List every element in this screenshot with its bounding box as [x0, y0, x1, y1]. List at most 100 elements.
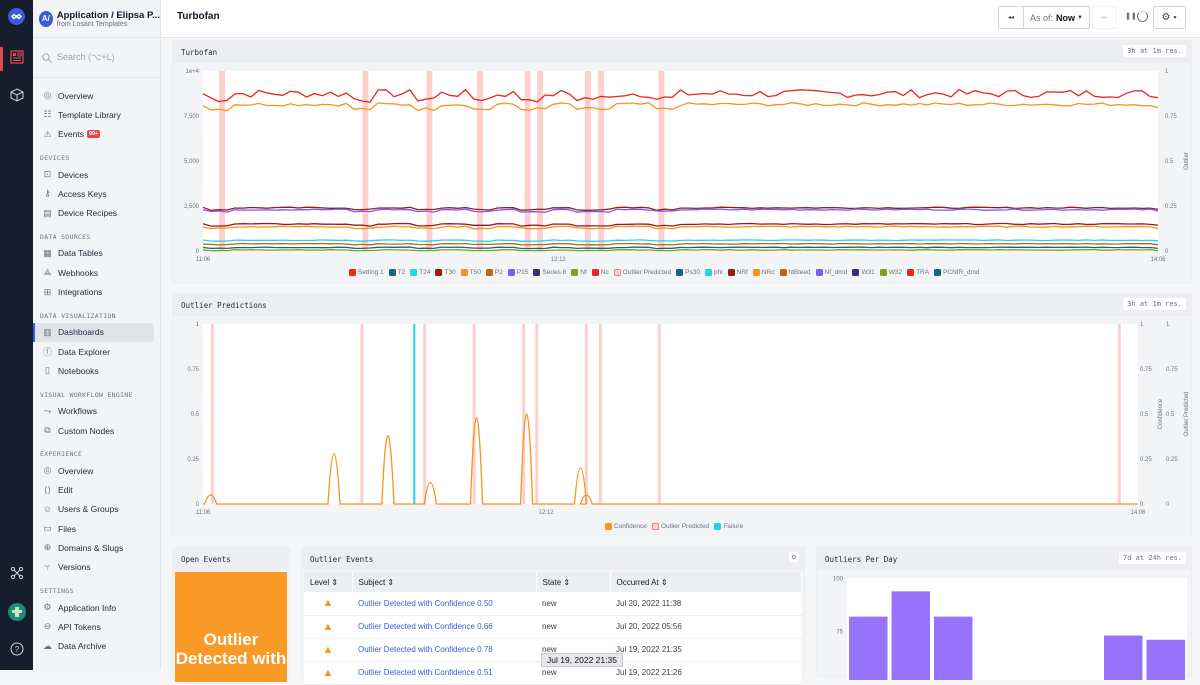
legend-item[interactable]: phi [704, 269, 723, 276]
sidebar-item-edit[interactable]: ⟨⟩ Edit [33, 480, 160, 499]
app-avatar: A/ [39, 10, 53, 27]
legend-item[interactable]: Ps30 [676, 269, 700, 276]
legend-item[interactable]: Nc [591, 269, 609, 276]
sidebar-item-label: Users & Groups [58, 504, 119, 515]
rewind-button[interactable]: ◂◂ [998, 6, 1024, 29]
legend-item[interactable]: W31 [852, 269, 875, 276]
settings-dropdown[interactable]: ⚙ ▼ [1153, 6, 1186, 29]
event-subject-link[interactable]: Outlier Detected with Confidence 0.78 [352, 638, 536, 662]
losant-logo-icon[interactable] [0, 8, 33, 25]
sidebar-item-users-groups[interactable]: ☺ Users & Groups [33, 500, 160, 519]
sidebar-item-dashboards[interactable]: ▥ Dashboards [33, 322, 154, 343]
column-header-state[interactable]: State ⇕ [536, 572, 611, 592]
legend-item[interactable]: Outlier Predicted [613, 269, 671, 276]
sidebar-item-access-keys[interactable]: ⚷ Access Keys [33, 184, 160, 203]
outliers-per-day-chart[interactable]: 5075100 [817, 570, 1193, 680]
y2-tick-label: 0.75 [1140, 367, 1152, 373]
legend-item[interactable]: T30 [435, 269, 456, 276]
column-header-level[interactable]: Level ⇕ [304, 572, 353, 592]
legend-item[interactable]: NRc [752, 269, 775, 276]
legend-item[interactable]: Failure [714, 523, 743, 530]
sidebar-item-devices[interactable]: ⊡ Devices [33, 165, 160, 184]
y-tick-label: 0 [196, 249, 200, 255]
sidebar-item-data-archive[interactable]: ☁ Data Archive [33, 637, 160, 656]
legend-swatch [727, 269, 735, 276]
sidebar-item-data-tables[interactable]: ▦ Data Tables [33, 244, 160, 263]
y2-axis-label: Confidence [1158, 398, 1164, 429]
legend-item[interactable]: Nf [571, 269, 587, 276]
as-of-dropdown[interactable]: As of: Now ▼ [1023, 6, 1090, 29]
outlier-predictions-chart[interactable]: 0 0 0 0.25 0.25 0.25 0.5 0.5 0.5 0.75 0.75 0.75 1 1 1 C… [173, 316, 1193, 516]
sidebar-item-files[interactable]: ▭ Files [33, 519, 160, 538]
outlier-predicted-line [535, 324, 539, 504]
pause-button[interactable]: ❚❚ [1125, 12, 1137, 20]
sidebar-item-data-explorer[interactable]: ⓕ Data Explorer [33, 342, 160, 361]
panel-title: Outlier Events [310, 554, 374, 564]
sidebar-item-experience-overview[interactable]: ◎ Overview [33, 461, 160, 480]
legend-item[interactable]: T50 [460, 269, 481, 276]
legend-item[interactable]: W32 [879, 269, 902, 276]
sidebar-item-label: Overview [58, 90, 94, 101]
event-subject-link[interactable]: Outlier Detected with Confidence 0.51 [352, 661, 536, 685]
forward-button[interactable]: ▸▸ [1092, 6, 1117, 29]
legend-item[interactable]: T24 [410, 269, 430, 276]
legend-item[interactable]: Series 8 [533, 269, 566, 276]
section-workflow-engine: VISUAL WORKFLOW ENGINE [40, 390, 133, 399]
help-icon[interactable]: ? [0, 642, 33, 656]
table-settings-button[interactable]: ⚙ [788, 552, 799, 562]
legend-item[interactable]: P2 [485, 269, 503, 276]
sidebar-item-workflows[interactable]: ⤳ Workflows [33, 402, 160, 421]
sidebar-item-notebooks[interactable]: ▯ Notebooks [33, 361, 160, 380]
outlier-legend: Confidence Outlier Predicted Failure [605, 523, 743, 530]
column-header-occurred-at[interactable]: Occurred At ⇕ [610, 572, 802, 592]
table-row[interactable]: ▲ Outlier Detected with Confidence 0.50 ne… [304, 592, 802, 616]
package-icon[interactable] [0, 88, 33, 102]
legend-item[interactable]: Outlier Predicted [651, 523, 709, 530]
sidebar-item-label: Device Recipes [58, 208, 118, 219]
outlier-predicted-line [598, 324, 602, 504]
search-input[interactable]: Search (⌥+L) [33, 38, 160, 78]
sidebar-item-device-recipes[interactable]: ▤ Device Recipes [33, 203, 160, 222]
legend-item[interactable]: Confidence [605, 523, 647, 530]
legend-item[interactable]: Setting 1 [349, 269, 384, 276]
sidebar-item-api-tokens[interactable]: ⊖ API Tokens [33, 617, 160, 636]
sidebar-item-custom-nodes[interactable]: ⧉ Custom Nodes [33, 421, 160, 440]
webhook-icon: ⟁ [43, 267, 52, 278]
sidebar-item-overview[interactable]: ◎ Overview [33, 86, 160, 105]
legend-label: W31 [861, 269, 875, 276]
legend-item[interactable]: htBleed [779, 269, 811, 276]
legend-item[interactable]: Nf_dmd [815, 269, 847, 276]
sidebar-item-label: Integrations [58, 287, 103, 298]
y-tick-label: 7,500 [184, 114, 200, 120]
dashboard-rail-icon[interactable] [0, 50, 33, 64]
sidebar-item-template-library[interactable]: ☷ Template Library [33, 105, 160, 124]
sidebar-item-versions[interactable]: ⑂ Versions [33, 558, 160, 577]
table-row[interactable]: ▲ Outlier Detected with Confidence 0.66 ne… [304, 615, 802, 639]
network-icon[interactable] [0, 566, 33, 580]
user-avatar[interactable] [0, 603, 33, 621]
outliers-per-day-panel: Outliers Per Day7d at 24h res. 5075100 [816, 547, 1193, 680]
legend-item[interactable]: T2 [388, 269, 405, 276]
event-subject-link[interactable]: Outlier Detected with Confidence 0.66 [352, 615, 536, 639]
open-events-indicator[interactable]: Outlier Detected with [175, 572, 287, 682]
legend-label: T30 [444, 269, 456, 276]
sidebar-item-webhooks[interactable]: ⟁ Webhooks [33, 263, 160, 282]
legend-item[interactable]: TRA [907, 269, 929, 276]
legend-item[interactable]: PCNfR_dmd [934, 269, 980, 276]
turbofan-chart[interactable]: 0 2,500 5,000 7,500 1e+4 0 0.25 0.5 0.75 1 Outlier… [173, 63, 1193, 263]
sidebar-item-events[interactable]: ⚠ Events 99+ [33, 125, 160, 144]
legend-item[interactable]: NRf [727, 269, 748, 276]
sidebar: A/ Application / Elipsa P... from Losant… [33, 0, 161, 670]
sidebar-item-integrations[interactable]: ⊞ Integrations [33, 282, 160, 301]
x-tick-label: 12:12 [551, 257, 567, 263]
app-header[interactable]: A/ Application / Elipsa P... from Losant… [33, 0, 160, 38]
sidebar-item-domains-slugs[interactable]: ⊕ Domains & Slugs [33, 538, 160, 557]
sidebar-item-application-info[interactable]: ⚙ Application Info [33, 598, 160, 617]
panel-title: Open Events [181, 554, 231, 564]
legend-item[interactable]: P15 [507, 269, 528, 276]
event-subject-link[interactable]: Outlier Detected with Confidence 0.50 [352, 592, 536, 616]
column-header-subject[interactable]: Subject ⇕ [352, 572, 537, 592]
sidebar-item-label: Workflows [58, 406, 98, 417]
y-tick-label: 0 [196, 502, 200, 508]
x-tick-label: 12:12 [539, 510, 555, 516]
